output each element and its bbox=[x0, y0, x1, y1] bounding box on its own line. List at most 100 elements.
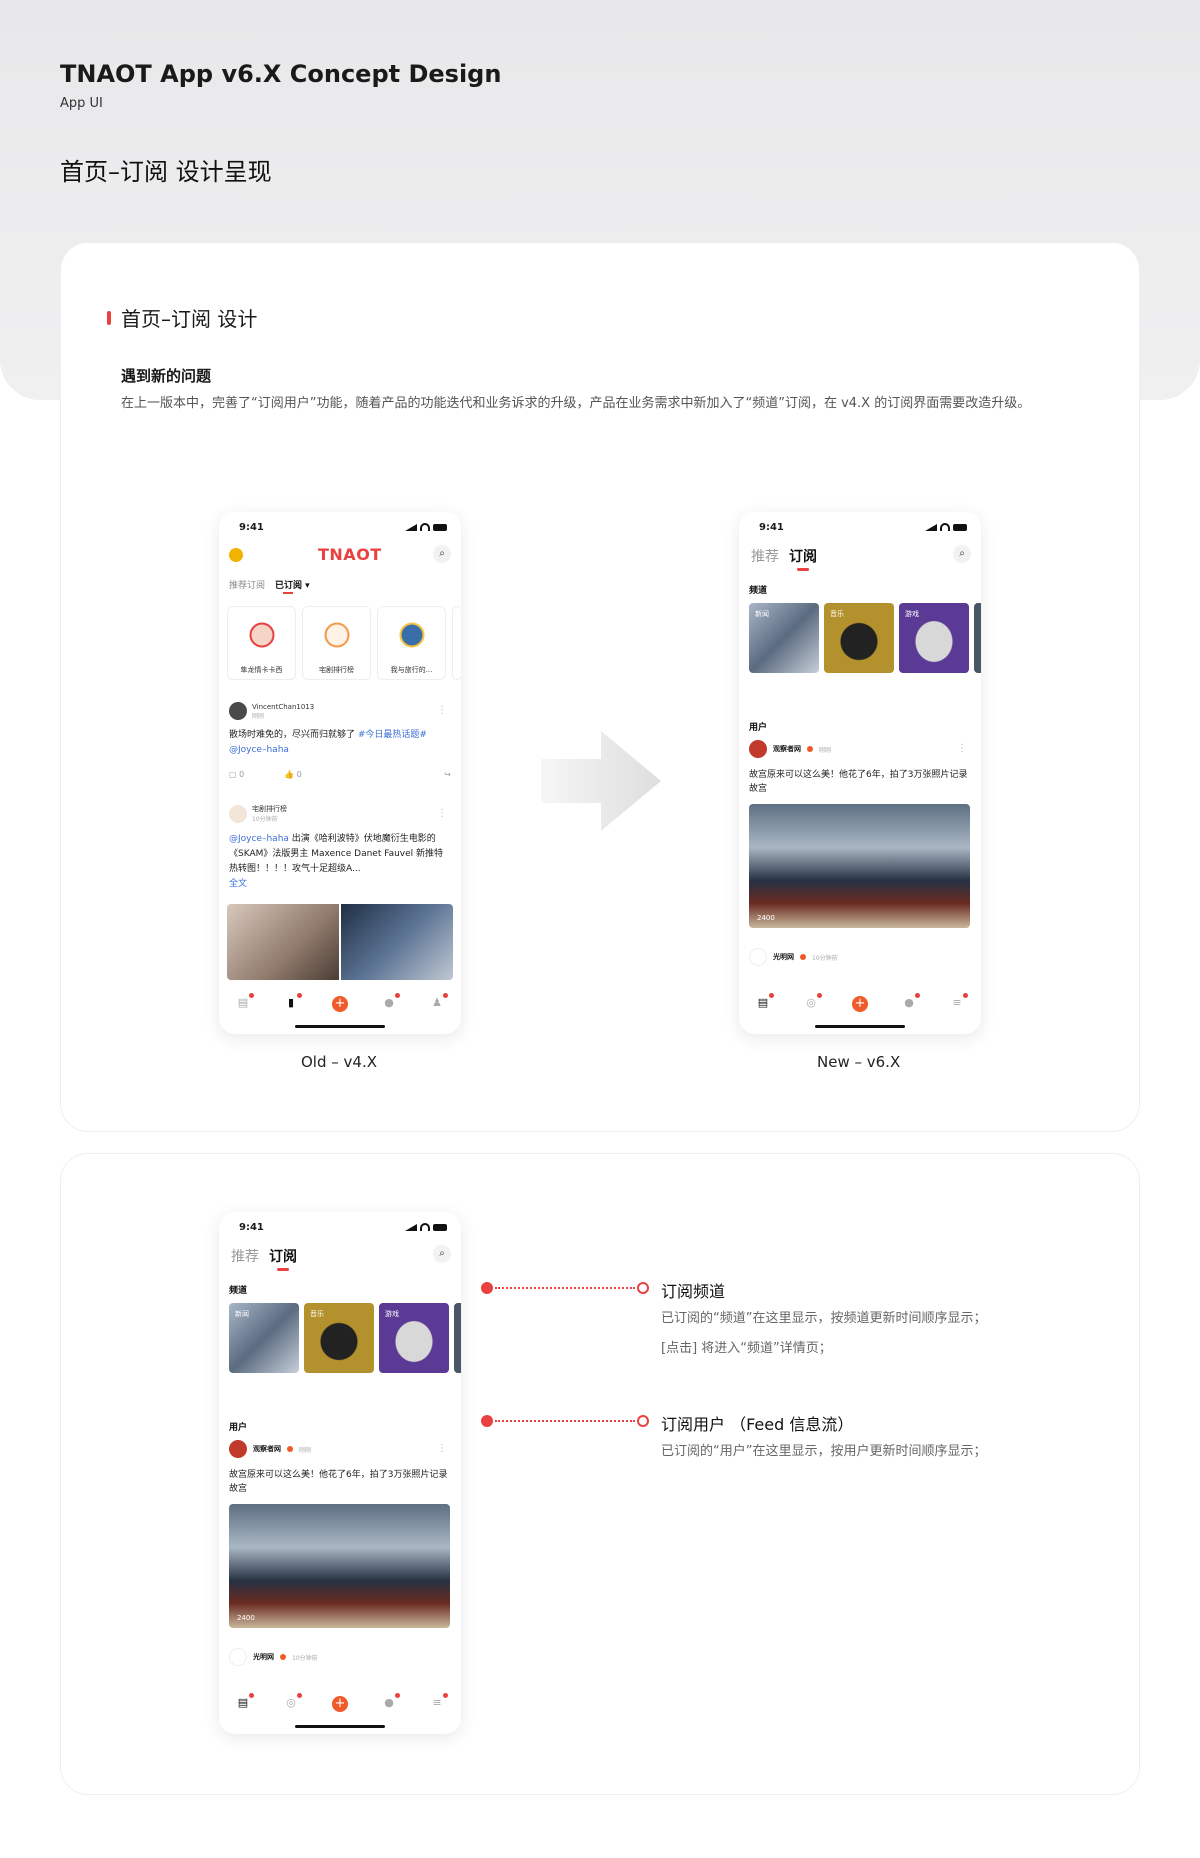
status-icons bbox=[405, 523, 447, 531]
publisher-row[interactable]: 光明网 10分钟前 bbox=[749, 948, 838, 966]
tab-bar: ▤ ◎ + ● ≡ bbox=[739, 993, 981, 1012]
channel-tile-news[interactable]: 新闻 bbox=[749, 603, 819, 673]
search-icon[interactable]: ⌕ bbox=[433, 1245, 451, 1263]
avatar bbox=[229, 804, 247, 823]
status-icons bbox=[405, 1223, 447, 1231]
wifi-icon bbox=[420, 523, 430, 531]
channel-card[interactable]: 我与旅行的... bbox=[377, 606, 446, 680]
old-channel-row: 隼龙情卡卡西 宅剧排行榜 我与旅行的... bbox=[227, 606, 461, 680]
like-icon[interactable]: 👍 0 bbox=[284, 770, 302, 779]
verified-icon bbox=[807, 746, 813, 752]
tab-bar: ▤ ▮ + ● ♟ bbox=[219, 993, 461, 1012]
notification-tab-icon[interactable]: ● bbox=[382, 993, 400, 1010]
avatar bbox=[749, 948, 767, 966]
article-title[interactable]: 故宫原来可以这么美！他花了6年，拍了3万张照片记录故宫 bbox=[229, 1468, 451, 1496]
publish-plus-icon[interactable]: + bbox=[332, 996, 348, 1012]
menu-tab-icon[interactable]: ≡ bbox=[950, 993, 968, 1010]
tab-recommend-subscribe[interactable]: 推荐订阅 bbox=[229, 578, 265, 591]
connector-users bbox=[481, 1415, 649, 1427]
new-phone-mockup-detail: 9:41 推荐 订阅 ⌕ 频道 新闻 音乐 游戏 用户 观察者网 刚刚 ⋮ 故宫… bbox=[219, 1212, 461, 1734]
more-icon[interactable]: ⋮ bbox=[437, 808, 447, 819]
avatar bbox=[229, 1440, 247, 1458]
view-count: 2400 bbox=[237, 1614, 255, 1622]
publish-plus-icon[interactable]: + bbox=[332, 1696, 348, 1712]
notification-tab-icon[interactable]: ● bbox=[382, 1693, 400, 1710]
discover-tab-icon[interactable]: ◎ bbox=[804, 993, 822, 1010]
subscribe-tab-icon[interactable]: ▮ bbox=[284, 993, 302, 1010]
battery-icon bbox=[433, 1223, 447, 1231]
post-actions: ▢ 0 👍 0 ↪ bbox=[229, 770, 451, 779]
article-title[interactable]: 故宫原来可以这么美！他花了6年，拍了3万张照片记录故宫 bbox=[749, 768, 971, 796]
tab-recommend[interactable]: 推荐 bbox=[231, 1246, 259, 1266]
accent-bar bbox=[107, 310, 111, 325]
home-tab-icon[interactable]: ▤ bbox=[756, 993, 774, 1010]
feature-desc-users: 已订阅的“用户”在这里显示，按用户更新时间顺序显示； bbox=[661, 1444, 987, 1459]
home-tab-icon[interactable]: ▤ bbox=[236, 993, 254, 1010]
post-text: @Joyce–haha 出演《哈利波特》伏地魔衍生电影的《SKAM》法版男主 M… bbox=[229, 834, 444, 889]
signal-icon bbox=[405, 1223, 417, 1231]
profile-tab-icon[interactable]: ♟ bbox=[430, 993, 448, 1010]
feature-detail-card: 9:41 推荐 订阅 ⌕ 频道 新闻 音乐 游戏 用户 观察者网 刚刚 ⋮ 故宫… bbox=[60, 1153, 1140, 1795]
tab-subscribe[interactable]: 订阅 bbox=[269, 1246, 297, 1271]
discover-tab-icon[interactable]: ◎ bbox=[284, 1693, 302, 1710]
feature-title-channels: 订阅频道 bbox=[661, 1282, 726, 1301]
more-icon[interactable]: ⋮ bbox=[957, 743, 967, 754]
feature-desc-channels: 已订阅的“频道”在这里显示，按频道更新时间顺序显示； [点击] 将进入“频道”详… bbox=[661, 1311, 987, 1356]
battery-icon bbox=[953, 523, 967, 531]
verified-icon bbox=[287, 1446, 293, 1452]
avatar bbox=[749, 740, 767, 758]
channel-tile-music[interactable]: 音乐 bbox=[304, 1303, 374, 1373]
tab-recommend[interactable]: 推荐 bbox=[751, 546, 779, 566]
avatar bbox=[229, 1648, 247, 1666]
publisher-row[interactable]: 光明网 10分钟前 bbox=[229, 1648, 318, 1666]
channel-tile-game[interactable]: 游戏 bbox=[379, 1303, 449, 1373]
tab-subscribed[interactable]: 已订阅 ▾ bbox=[275, 578, 310, 594]
more-icon[interactable]: ⋮ bbox=[437, 1443, 447, 1454]
search-icon[interactable]: ⌕ bbox=[433, 545, 451, 563]
signal-icon bbox=[405, 523, 417, 531]
user-avatar[interactable] bbox=[229, 548, 243, 562]
home-indicator bbox=[815, 1025, 905, 1028]
verified-icon bbox=[280, 1654, 286, 1660]
search-icon[interactable]: ⌕ bbox=[953, 545, 971, 563]
caption-new: New – v6.X bbox=[817, 1053, 901, 1071]
home-indicator bbox=[295, 1025, 385, 1028]
status-icons bbox=[925, 523, 967, 531]
share-icon[interactable]: ↪ bbox=[444, 770, 451, 779]
old-phone-mockup: 9:41 TNAOT ⌕ 推荐订阅 已订阅 ▾ 隼龙情卡卡西 宅剧排行榜 我与旅… bbox=[219, 512, 461, 1034]
more-icon[interactable]: ⋮ bbox=[437, 705, 447, 716]
post-text: 散场时难免的，尽兴而归就够了 #今日最热话题# @Joyce–haha bbox=[229, 730, 427, 755]
channel-avatar bbox=[318, 617, 355, 653]
home-tab-icon[interactable]: ▤ bbox=[236, 1693, 254, 1710]
tab-subscribe[interactable]: 订阅 bbox=[789, 546, 817, 571]
channel-tiles: 新闻 音乐 游戏 bbox=[749, 603, 981, 673]
channel-avatar bbox=[243, 617, 280, 653]
channel-card[interactable]: 宅剧排行榜 bbox=[302, 606, 371, 680]
status-time: 9:41 bbox=[239, 522, 264, 533]
connector-channels bbox=[481, 1282, 649, 1294]
publisher-row[interactable]: 观察者网 刚刚 bbox=[229, 1440, 311, 1458]
post-image bbox=[227, 904, 339, 980]
status-time: 9:41 bbox=[239, 1222, 264, 1233]
post-author[interactable]: VincentChan1013 刚刚 bbox=[229, 702, 314, 720]
channel-tile-game[interactable]: 游戏 bbox=[899, 603, 969, 673]
post-images[interactable] bbox=[227, 904, 453, 980]
comparison-card: 首页–订阅 设计 遇到新的问题 在上一版本中，完善了“订阅用户”功能，随着产品的… bbox=[60, 242, 1140, 1132]
page-title: TNAOT App v6.X Concept Design bbox=[60, 60, 502, 88]
home-tabs: 推荐 订阅 bbox=[231, 1246, 297, 1271]
channel-tile-news[interactable]: 新闻 bbox=[229, 1303, 299, 1373]
publisher-row[interactable]: 观察者网 刚刚 bbox=[749, 740, 831, 758]
channel-tile-music[interactable]: 音乐 bbox=[824, 603, 894, 673]
notification-tab-icon[interactable]: ● bbox=[902, 993, 920, 1010]
post-author[interactable]: 宅剧排行榜 10分钟前 bbox=[229, 804, 287, 823]
channel-card[interactable]: 隼龙情卡卡西 bbox=[227, 606, 296, 680]
menu-tab-icon[interactable]: ≡ bbox=[430, 1693, 448, 1710]
article-photo[interactable]: 2400 bbox=[749, 804, 970, 928]
wifi-icon bbox=[420, 1223, 430, 1231]
avatar bbox=[229, 702, 247, 720]
comment-icon[interactable]: ▢ 0 bbox=[229, 770, 244, 779]
article-photo[interactable]: 2400 bbox=[229, 1504, 450, 1628]
publish-plus-icon[interactable]: + bbox=[852, 996, 868, 1012]
battery-icon bbox=[433, 523, 447, 531]
caption-old: Old – v4.X bbox=[301, 1053, 377, 1071]
